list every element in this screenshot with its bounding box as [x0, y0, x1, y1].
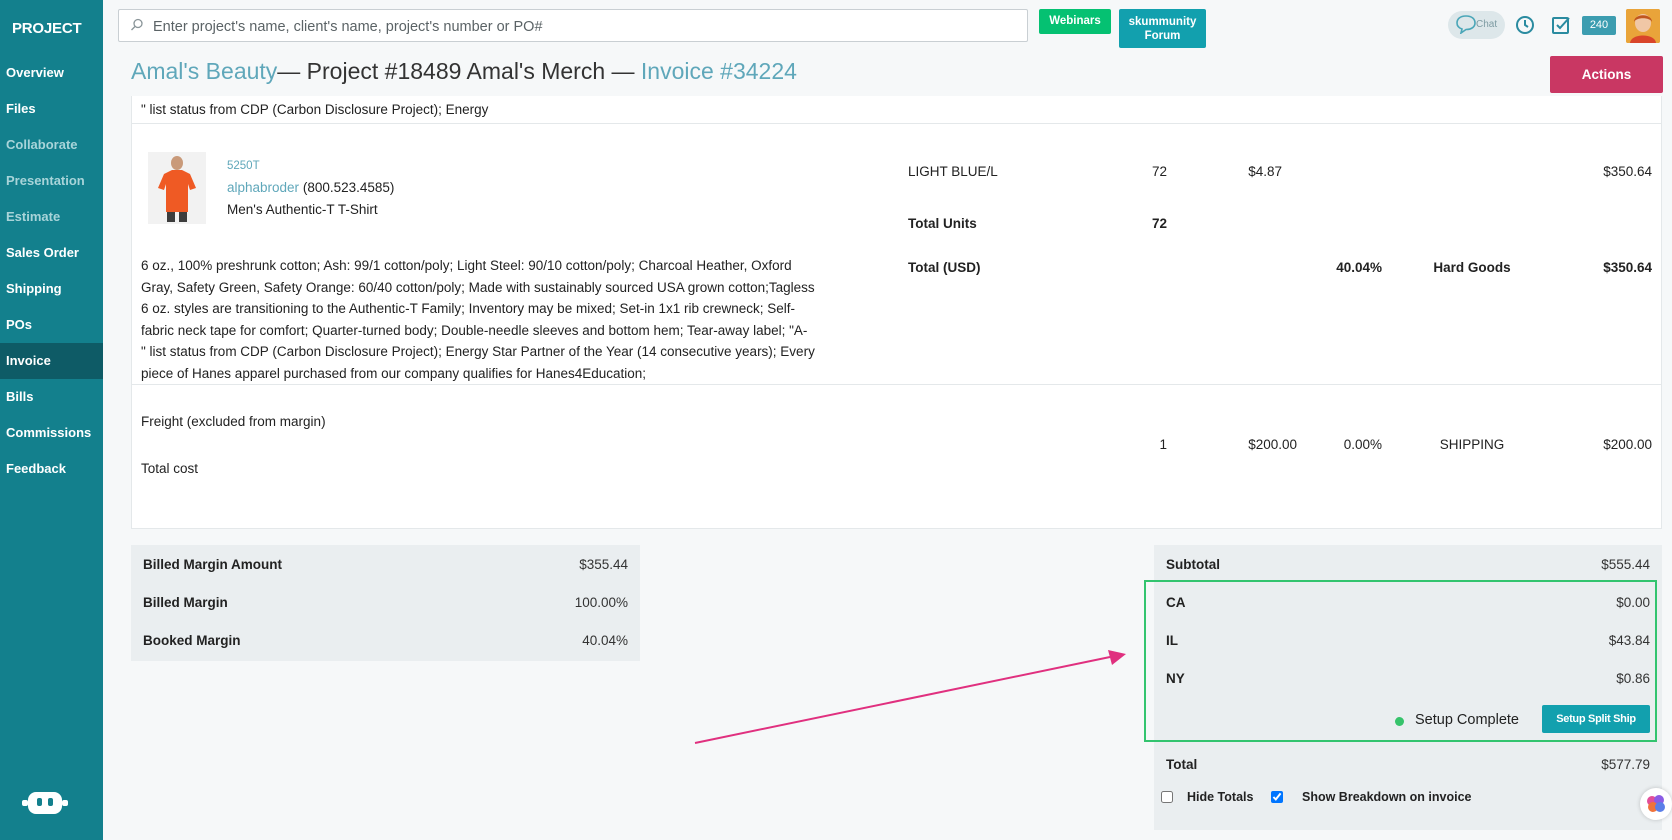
search-icon — [131, 18, 143, 31]
total-usd-label: Total (USD) — [908, 260, 981, 275]
item-sku[interactable]: 5250T — [227, 160, 260, 172]
hide-totals-label[interactable]: Hide Totals — [1187, 790, 1253, 804]
freight-cost-label: Total cost — [141, 461, 199, 476]
description-line: 6 oz. styles are transitioning to the Au… — [141, 301, 796, 316]
search-input[interactable] — [151, 10, 1015, 43]
subtotal-label: Subtotal — [1166, 557, 1220, 572]
variant-price: $4.87 — [1248, 164, 1282, 179]
total-label: Total — [1166, 757, 1198, 772]
description-line: " list status from CDP (Carbon Disclosur… — [141, 344, 815, 359]
topbar: Webinars skummunity Forum Chat 240 — [103, 0, 1672, 52]
booked-margin-value: 40.04% — [582, 633, 628, 648]
total-units-value: 72 — [1151, 216, 1167, 231]
item-total: $350.64 — [1603, 260, 1652, 275]
notification-badge[interactable]: 240 — [1582, 16, 1616, 35]
invoice-items-card: " list status from CDP (Carbon Disclosur… — [131, 96, 1662, 529]
avatar[interactable] — [1626, 9, 1660, 43]
freight-category: SHIPPING — [1439, 437, 1505, 452]
sidebar-item-commissions[interactable]: Commissions — [0, 415, 103, 451]
annotation-arrow-icon — [694, 650, 1126, 744]
webinars-button[interactable]: Webinars — [1039, 9, 1111, 34]
brain-icon-graphic — [1647, 795, 1665, 812]
project-title: — Project #18489 Amal's Merch — — [277, 58, 641, 84]
row-divider — [132, 123, 1661, 124]
supplier-link[interactable]: alphabroder — [227, 180, 299, 195]
description-line: piece of Hanes apparel purchased from ou… — [141, 365, 647, 381]
freight-total: $200.00 — [1603, 437, 1652, 452]
prev-description-fragment: " list status from CDP (Carbon Disclosur… — [141, 102, 489, 117]
description-line: 6 oz., 100% preshrunk cotton; Ash: 99/1 … — [141, 258, 792, 273]
sidebar-item-shipping[interactable]: Shipping — [0, 271, 103, 307]
actions-button[interactable]: Actions — [1550, 56, 1663, 93]
description-line: Gray, Safety Green, Safety Orange: 60/40… — [141, 279, 815, 295]
show-breakdown-checkbox[interactable] — [1271, 791, 1283, 803]
chat-button[interactable]: Chat — [1448, 11, 1505, 39]
forum-button[interactable]: skummunity Forum — [1119, 9, 1206, 48]
product-image[interactable] — [148, 152, 206, 224]
tasks-icon[interactable] — [1551, 15, 1571, 35]
sidebar-item-overview[interactable]: Overview — [0, 55, 103, 91]
brand-logo[interactable]: PROJECT — [0, 0, 103, 52]
margin-summary: Billed Margin Amount $355.44 Billed Marg… — [131, 545, 640, 661]
client-link[interactable]: Amal's Beauty — [131, 58, 277, 84]
sidebar-item-estimate[interactable]: Estimate — [0, 199, 103, 235]
freight-name: Freight (excluded from margin) — [141, 414, 326, 429]
show-breakdown-label[interactable]: Show Breakdown on invoice — [1302, 790, 1471, 804]
brain-icon[interactable] — [1640, 788, 1672, 820]
booked-margin-label: Booked Margin — [143, 633, 241, 648]
billed-margin-label: Billed Margin — [143, 595, 228, 610]
hide-totals-checkbox[interactable] — [1161, 791, 1173, 803]
status-dot-icon — [1395, 717, 1404, 726]
description-line: fabric neck tape for comfort; Quarter-tu… — [141, 322, 808, 338]
total-value: $577.79 — [1601, 757, 1650, 772]
page-title: Amal's Beauty— Project #18489 Amal's Mer… — [131, 58, 797, 85]
setup-status: Setup Complete — [1415, 712, 1519, 728]
sidebar-item-collaborate[interactable]: Collaborate — [0, 127, 103, 163]
billed-margin-value: 100.00% — [574, 595, 628, 610]
avatar-image — [1626, 9, 1660, 43]
chat-icon — [1456, 15, 1476, 34]
sidebar-item-feedback[interactable]: Feedback — [0, 451, 103, 487]
sidebar-item-files[interactable]: Files — [0, 91, 103, 127]
billed-margin-amount-value: $355.44 — [579, 557, 628, 572]
chat-label: Chat — [1476, 19, 1498, 30]
sidebar-item-sales-order[interactable]: Sales Order — [0, 235, 103, 271]
subtotal-value: $555.44 — [1601, 557, 1650, 572]
sidebar-item-bills[interactable]: Bills — [0, 379, 103, 415]
item-name: Men's Authentic-T T-Shirt — [227, 202, 378, 217]
freight-price: $200.00 — [1248, 437, 1297, 452]
robot-icon[interactable] — [20, 788, 70, 818]
variant-total: $350.64 — [1603, 164, 1652, 179]
item-category: Hard Goods — [1433, 260, 1511, 275]
freight-qty: 1 — [1159, 437, 1167, 452]
sidebar: PROJECT Overview Files Collaborate Prese… — [0, 0, 103, 840]
freight-margin: 0.00% — [1343, 437, 1382, 452]
invoice-link[interactable]: Invoice #34224 — [641, 58, 797, 84]
tshirt-image — [148, 152, 206, 224]
total-units-label: Total Units — [908, 216, 977, 231]
setup-split-ship-button[interactable]: Setup Split Ship — [1542, 705, 1650, 733]
supplier-line: alphabroder (800.523.4585) — [227, 180, 394, 195]
variant-qty: 72 — [1151, 164, 1167, 179]
sidebar-item-invoice[interactable]: Invoice — [0, 343, 103, 379]
forum-line1: skummunity — [1128, 16, 1197, 28]
item-margin: 40.04% — [1336, 260, 1382, 275]
forum-line2: Forum — [1144, 30, 1181, 42]
sidebar-item-presentation[interactable]: Presentation — [0, 163, 103, 199]
row-divider — [132, 384, 1661, 385]
billed-margin-amount-label: Billed Margin Amount — [143, 557, 282, 572]
search-box[interactable] — [118, 9, 1028, 43]
item-description: 6 oz., 100% preshrunk cotton; Ash: 99/1 … — [141, 255, 886, 384]
sidebar-item-pos[interactable]: POs — [0, 307, 103, 343]
variant-label: LIGHT BLUE/L — [908, 164, 998, 179]
supplier-phone: (800.523.4585) — [302, 180, 395, 195]
clock-icon[interactable] — [1515, 15, 1535, 35]
